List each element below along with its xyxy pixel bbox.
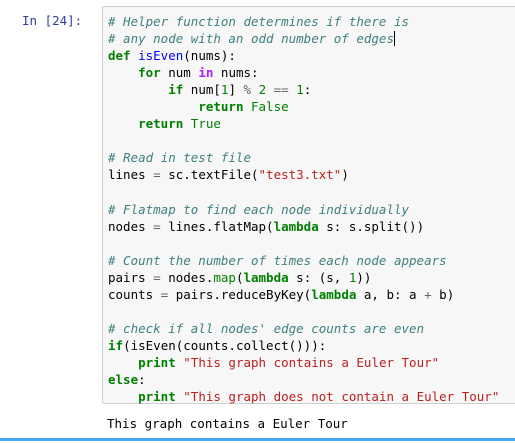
code-line: def isEven(nums): <box>108 47 499 64</box>
code-token: nodes. <box>160 269 214 285</box>
code-token: return <box>198 99 244 115</box>
code-token: # any node with an odd number of edges <box>108 31 394 47</box>
code-token: return <box>138 116 184 132</box>
code-line: # Read in test file <box>108 149 499 166</box>
code-line: print "This graph does not contain a Eul… <box>108 388 499 405</box>
code-line: # check if all nodes' edge counts are ev… <box>108 320 499 337</box>
code-token: lambda <box>243 269 289 285</box>
code-line: lines = sc.textFile("test3.txt") <box>108 166 499 183</box>
code-token: num <box>160 65 199 81</box>
code-token: s: (s, <box>288 269 349 285</box>
code-token: nodes <box>108 218 154 234</box>
code-token: lambda <box>273 218 319 234</box>
code-line: # any node with an odd number of edges <box>108 30 499 47</box>
code-token: : <box>303 82 312 98</box>
code-line: pairs = nodes.map(lambda s: (s, 1)) <box>108 269 499 286</box>
code-token: (isEven(counts.collect())): <box>123 337 327 353</box>
code-token: pairs.reduceByKey( <box>168 286 312 302</box>
code-token: "This graph does not contain a Euler Tou… <box>183 389 500 405</box>
code-line: # Flatmap to find each node individually <box>108 201 499 218</box>
code-token: sc.textFile( <box>160 167 259 183</box>
code-line: if num[1] % 2 == 1: <box>108 81 499 98</box>
code-token: True <box>190 116 221 132</box>
code-token: ) <box>341 167 349 183</box>
code-token: print <box>138 389 176 405</box>
code-token: lines <box>108 167 154 183</box>
code-line: if(isEven(counts.collect())): <box>108 337 499 354</box>
cell-selection-bar <box>0 438 515 441</box>
code-token: = <box>153 167 161 183</box>
code-token: == <box>273 82 289 98</box>
code-line: return True <box>108 115 499 132</box>
code-token: if <box>108 337 124 353</box>
code-token: for <box>138 65 161 81</box>
code-token: = <box>153 218 161 234</box>
code-token: : <box>138 371 146 387</box>
code-token: (nums): <box>183 48 236 64</box>
code-line: # Helper function determines if there is <box>108 13 499 30</box>
code-token: pairs <box>108 269 154 285</box>
code-token: isEven <box>138 48 184 64</box>
code-token: lines.flatMap( <box>160 218 274 234</box>
code-line: nodes = lines.flatMap(lambda s: s.split(… <box>108 218 499 235</box>
code-token: # Flatmap to find each node individually <box>108 201 410 217</box>
code-token: 1 <box>296 82 304 98</box>
code-content[interactable]: # Helper function determines if there is… <box>108 13 499 405</box>
code-token: num[ <box>183 82 221 98</box>
code-token: lambda <box>311 286 357 302</box>
code-token: # Read in test file <box>108 150 251 166</box>
text-cursor <box>393 31 395 47</box>
code-token: "test3.txt" <box>258 167 342 183</box>
code-token: else <box>108 371 139 387</box>
code-token: a, b: a <box>356 286 425 302</box>
code-token: in <box>198 65 214 81</box>
code-token: if <box>168 82 184 98</box>
code-token: 2 <box>258 82 267 98</box>
cell-output: This graph contains a Euler Tour <box>107 416 348 431</box>
code-line: for num in nums: <box>108 64 499 81</box>
code-editor[interactable]: # Helper function determines if there is… <box>102 6 515 404</box>
code-token: # check if all nodes' edge counts are ev… <box>108 320 425 336</box>
input-prompt: In [24]: <box>22 13 83 28</box>
code-token: False <box>251 99 289 115</box>
code-token: def <box>108 48 131 64</box>
code-token: # Helper function determines if there is <box>108 14 410 29</box>
code-line: return False <box>108 98 499 115</box>
code-token: # Count the number of times each node ap… <box>108 252 447 268</box>
code-token: "This graph contains a Euler Tour" <box>183 354 440 370</box>
code-token: = <box>153 269 161 285</box>
code-token: % <box>243 82 252 98</box>
code-token: counts <box>108 286 161 302</box>
code-line: counts = pairs.reduceByKey(lambda a, b: … <box>108 286 499 303</box>
code-token: ] <box>228 82 244 98</box>
code-line: # Count the number of times each node ap… <box>108 252 499 269</box>
code-token: + <box>424 286 432 302</box>
code-token: map <box>213 269 236 285</box>
code-token: b) <box>431 286 455 302</box>
code-line: print "This graph contains a Euler Tour" <box>108 354 499 371</box>
code-token: )) <box>356 269 372 285</box>
code-line: else: <box>108 371 499 388</box>
code-token: print <box>138 354 176 370</box>
code-token: s: s.split()) <box>318 218 425 234</box>
code-token: nums: <box>213 65 259 81</box>
